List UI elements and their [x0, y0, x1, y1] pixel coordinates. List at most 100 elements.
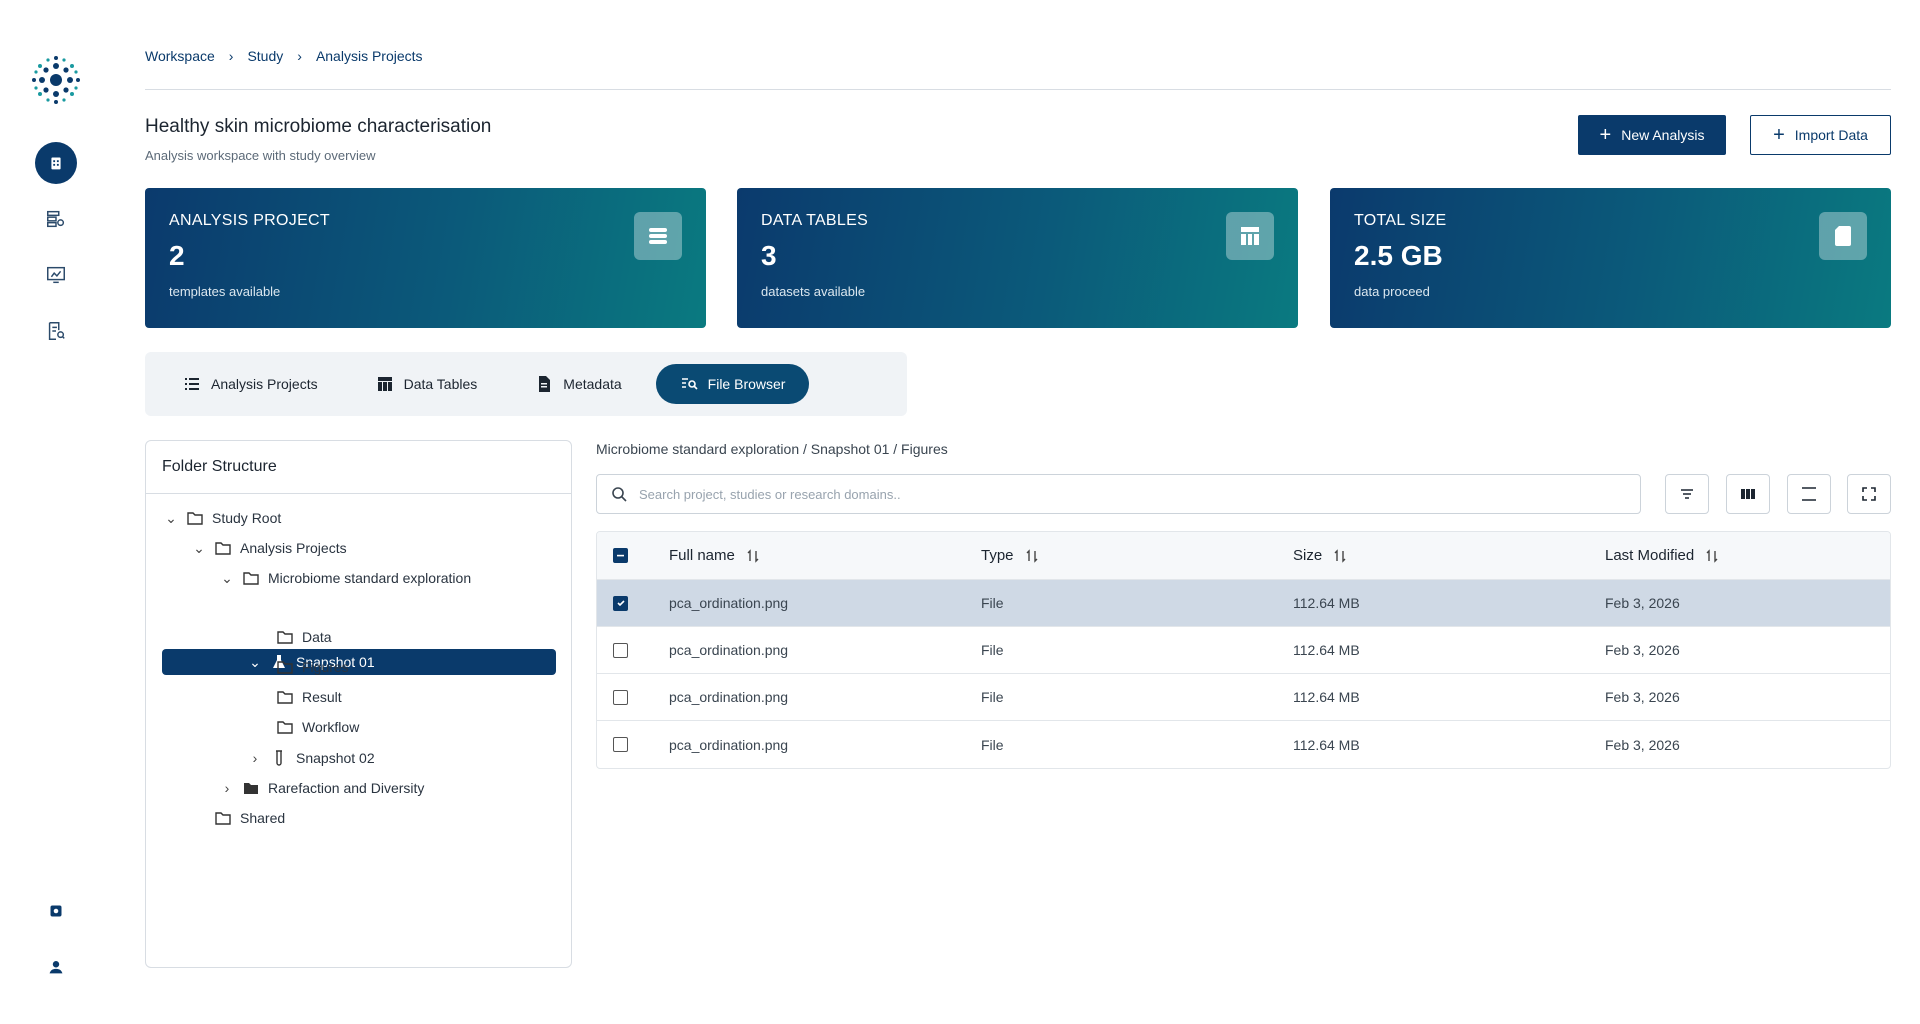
table-row[interactable]: pca_ordination.png File 112.64 MB Feb 3,…: [597, 627, 1890, 674]
columns-icon: [1741, 489, 1755, 499]
filter-icon: [1681, 489, 1693, 499]
nav-profile-button[interactable]: [35, 946, 77, 988]
tree-node-shared[interactable]: Shared: [214, 805, 285, 831]
list-icon: [185, 378, 199, 390]
column-size[interactable]: Size: [1293, 547, 1605, 564]
stat-note: data proceed: [1354, 284, 1430, 299]
sort-icon[interactable]: [1332, 548, 1348, 564]
density-button[interactable]: [1787, 474, 1831, 514]
tab-label: Analysis Projects: [211, 376, 318, 392]
chevron-down-icon[interactable]: ⌄: [192, 540, 206, 556]
stat-note: datasets available: [761, 284, 866, 299]
folder-icon: [215, 542, 231, 555]
nav-home-button[interactable]: [35, 142, 77, 184]
tree-node-study-root[interactable]: ⌄ Study Root: [164, 505, 281, 531]
tree-node-label: Shared: [240, 810, 286, 826]
chevron-right-icon: ›: [297, 48, 302, 64]
search-input[interactable]: Search project, studies or research doma…: [596, 474, 1641, 514]
nav-datasets-button[interactable]: [35, 198, 77, 240]
sort-icon[interactable]: [1024, 548, 1040, 564]
chevron-down-icon[interactable]: ⌄: [164, 510, 178, 526]
tree-node-data[interactable]: Data: [276, 624, 332, 650]
filter-button[interactable]: [1665, 474, 1709, 514]
rail-inner: [28, 28, 100, 996]
folder-icon: [215, 812, 231, 825]
cell-size: 112.64 MB: [1293, 642, 1360, 658]
select-all-checkbox[interactable]: [613, 548, 628, 563]
stat-label: TOTAL SIZE: [1354, 212, 1447, 229]
cell-size: 112.64 MB: [1293, 595, 1360, 611]
breadcrumb-analysis-projects[interactable]: Analysis Projects: [316, 48, 423, 64]
header-checkbox-cell: [597, 548, 669, 563]
stat-card-total-size: TOTAL SIZE 2.5 GB data proceed: [1330, 188, 1891, 328]
row-checkbox[interactable]: [613, 737, 628, 752]
view-tabs: Analysis Projects Data Tables Metadata F…: [145, 352, 907, 416]
gear-icon: [50, 905, 62, 917]
columns-button[interactable]: [1726, 474, 1770, 514]
chevron-down-icon[interactable]: ⌄: [220, 570, 234, 586]
folder-filled-icon: [244, 783, 258, 794]
cell-size: 112.64 MB: [1293, 736, 1360, 753]
table-row[interactable]: pca_ordination.png File 112.64 MB Feb 3,…: [597, 721, 1890, 768]
nav-settings-button[interactable]: [35, 890, 77, 932]
tab-label: File Browser: [707, 376, 786, 392]
tree-node-label: Figures: [302, 659, 349, 675]
column-last-modified[interactable]: Last Modified: [1605, 547, 1890, 564]
new-analysis-button[interactable]: + New Analysis: [1578, 115, 1726, 155]
import-data-button[interactable]: + Import Data: [1750, 115, 1891, 155]
current-path: Microbiome standard exploration / Snapsh…: [596, 441, 948, 457]
cell-modified: Feb 3, 2026: [1605, 736, 1680, 753]
column-label: Last Modified: [1605, 547, 1695, 564]
document-icon: [539, 376, 551, 392]
row-checkbox-cell: [597, 737, 669, 752]
tree-node-label: Study Root: [212, 510, 282, 526]
tab-file-browser[interactable]: File Browser: [655, 364, 810, 404]
cell-name: pca_ordination.png: [669, 642, 789, 658]
logo-icon[interactable]: [28, 52, 84, 108]
cell-size: 112.64 MB: [1293, 689, 1360, 705]
document-search-icon: [48, 322, 65, 340]
chevron-right-icon[interactable]: ›: [220, 780, 234, 796]
tree-node-snapshot-02[interactable]: › Snapshot 02: [248, 745, 375, 771]
table-icon: [1226, 212, 1274, 260]
row-checkbox[interactable]: [613, 642, 628, 658]
tree-node-figures[interactable]: Figures: [276, 654, 349, 680]
fullscreen-icon: [1862, 487, 1876, 501]
nav-reports-button[interactable]: [35, 254, 77, 296]
sort-icon[interactable]: [1704, 548, 1720, 564]
breadcrumb: Workspace › Study › Analysis Projects: [145, 48, 423, 64]
tree-node-rarefaction-and-diversity[interactable]: › Rarefaction and Diversity: [220, 775, 425, 801]
tree-node-result[interactable]: Result: [276, 684, 342, 710]
tree-node-label: Microbiome standard exploration: [268, 570, 472, 586]
chevron-down-icon[interactable]: ⌄: [248, 654, 262, 670]
row-checkbox-cell: [597, 689, 669, 705]
column-label: Type: [981, 547, 1014, 564]
row-checkbox[interactable]: [613, 689, 628, 705]
column-label: Size: [1293, 547, 1323, 564]
tab-data-tables[interactable]: Data Tables: [352, 364, 502, 404]
stat-label: DATA TABLES: [761, 212, 869, 229]
breadcrumb-study[interactable]: Study: [247, 48, 283, 64]
tree-node-workflow[interactable]: Workflow: [276, 714, 359, 740]
row-checkbox[interactable]: [613, 595, 628, 611]
tree-node-analysis-projects[interactable]: ⌄ Analysis Projects: [192, 535, 346, 561]
main-content: Workspace › Study › Analysis Projects He…: [145, 0, 1891, 1024]
fullscreen-button[interactable]: [1847, 474, 1891, 514]
row-checkbox-cell: [597, 642, 669, 658]
cell-name: pca_ordination.png: [669, 595, 789, 611]
list-icon: [634, 212, 682, 260]
table-row[interactable]: pca_ordination.png File 112.64 MB Feb 3,…: [597, 674, 1890, 721]
breadcrumb-workspace[interactable]: Workspace: [145, 48, 215, 64]
tab-metadata[interactable]: Metadata: [511, 364, 645, 404]
column-full-name[interactable]: Full name: [669, 547, 981, 564]
nav-search-docs-button[interactable]: [35, 310, 77, 352]
column-type[interactable]: Type: [981, 547, 1293, 564]
tree-node-label: Rarefaction and Diversity: [268, 780, 425, 796]
tab-analysis-projects[interactable]: Analysis Projects: [159, 364, 342, 404]
stat-card-data-tables: DATA TABLES 3 datasets available: [737, 188, 1298, 328]
chevron-right-icon[interactable]: ›: [248, 750, 262, 766]
sort-icon[interactable]: [745, 548, 761, 564]
table-row[interactable]: pca_ordination.png File 112.64 MB Feb 3,…: [597, 580, 1890, 627]
tree-node-microbiome-standard-exploration[interactable]: ⌄ Microbiome standard exploration: [220, 565, 471, 591]
chevron-right-icon: ›: [228, 48, 234, 64]
